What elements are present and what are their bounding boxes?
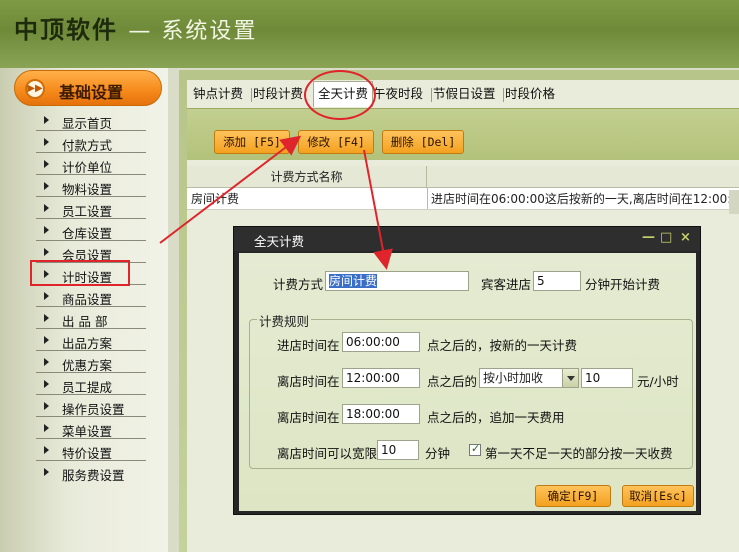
billing-method-value: 房间计费 [329, 274, 378, 288]
sidebar-item-discount[interactable]: 优惠方案 [36, 353, 146, 373]
surcharge-mode-select[interactable]: 按小时加收 [479, 368, 579, 388]
grace-unit: 分钟 [425, 446, 451, 461]
delete-button[interactable]: 删除 [Del] [382, 130, 464, 154]
confirm-button[interactable]: 确定[F9] [535, 485, 611, 507]
sidebar-item-commission[interactable]: 员工提成 [36, 375, 146, 395]
arrow-right-icon [44, 380, 49, 388]
first-day-label: 第一天不足一天的部分按一天收费 [485, 446, 673, 461]
sidebar-item-warehouse[interactable]: 仓库设置 [36, 221, 146, 241]
grid-header: 计费方式名称 [187, 166, 739, 188]
sidebar-item-home[interactable]: 显示首页 [36, 111, 146, 131]
app-title: 中顶软件 — 系统设置 [14, 10, 257, 45]
rule2-mid: 点之后的 [427, 374, 478, 389]
billing-rules-legend: 计费规则 [257, 311, 312, 330]
grace-label: 离店时间可以宽限 [277, 446, 378, 461]
billing-method-input[interactable]: 房间计费 [325, 271, 469, 291]
tab-period-price[interactable]: 时段价格 [505, 82, 555, 106]
toolbar: 添加 [F5] 修改 [F4] 删除 [Del] [187, 108, 739, 160]
chevron-down-icon[interactable] [562, 369, 578, 387]
guest-minutes-input[interactable]: 5 [533, 271, 581, 291]
sidebar-item-staff[interactable]: 员工设置 [36, 199, 146, 219]
title-separator: — [128, 19, 153, 44]
guest-arrival-label: 宾客进店 [481, 277, 532, 292]
sidebar-item-payment[interactable]: 付款方式 [36, 133, 146, 153]
sidebar-heading-basic-settings[interactable]: ▶▶ 基础设置 [14, 70, 162, 106]
rate-unit: 元/小时 [637, 374, 679, 389]
arrow-right-icon [44, 336, 49, 344]
arrow-right-icon [44, 468, 49, 476]
full-day-billing-dialog: 全天计费 — □ × 计费方式 房间计费 宾客进店 5 分钟开始计费 计费规则 … [233, 226, 701, 515]
sidebar-item-special-price[interactable]: 特价设置 [36, 441, 146, 461]
sidebar: ▶▶ 基础设置 显示首页 付款方式 计价单位 物料设置 员工设置 仓库设置 会员… [0, 68, 168, 552]
rule1-suffix: 点之后的，按新的一天计费 [427, 338, 578, 353]
billing-method-label: 计费方式 [273, 277, 324, 292]
brand-name: 中顶软件 [14, 16, 118, 44]
surcharge-mode-value: 按小时加收 [483, 371, 544, 385]
arrow-right-icon [44, 314, 49, 322]
tab-holiday-settings[interactable]: 节假日设置 [433, 82, 496, 106]
minimize-icon[interactable]: — [642, 230, 655, 245]
arrow-right-icon [44, 292, 49, 300]
rule1-label: 进店时间在 [277, 338, 340, 353]
sidebar-item-menu[interactable]: 菜单设置 [36, 419, 146, 439]
add-button[interactable]: 添加 [F5] [214, 130, 290, 154]
first-day-checkbox[interactable] [469, 442, 481, 456]
arrow-right-icon [44, 160, 49, 168]
sidebar-item-label: 服务费设置 [62, 468, 125, 483]
section-name: 系统设置 [161, 19, 258, 44]
dialog-body: 计费方式 房间计费 宾客进店 5 分钟开始计费 计费规则 进店时间在 06:00… [239, 253, 696, 511]
sidebar-item-unit[interactable]: 计价单位 [36, 155, 146, 175]
rule3-suffix: 点之后的，追加一天费用 [427, 410, 565, 425]
app-header: 中顶软件 — 系统设置 [0, 0, 739, 68]
cell-desc: 进店时间在06:00:00这后按新的一天,离店时间在12:00:00 [431, 192, 739, 206]
arrow-right-icon [44, 358, 49, 366]
extra-day-time-input[interactable]: 18:00:00 [342, 404, 420, 424]
table-row[interactable]: 房间计费 进店时间在06:00:00这后按新的一天,离店时间在12:00:00 [187, 188, 739, 210]
arrow-right-icon [44, 424, 49, 432]
sidebar-item-output-plan[interactable]: 出品方案 [36, 331, 146, 351]
arrow-right-icon [44, 226, 49, 234]
arrow-right-icon [44, 182, 49, 190]
arrow-right-icon [44, 138, 49, 146]
annotation-ellipse [304, 70, 376, 120]
annotation-highlight-box [30, 260, 130, 286]
maximize-icon[interactable]: □ [660, 230, 672, 245]
scrollbar-right[interactable] [729, 190, 739, 214]
arrow-right-icon [44, 402, 49, 410]
arrow-right-icon [44, 116, 49, 124]
arrival-time-input[interactable]: 06:00:00 [342, 332, 420, 352]
guest-minutes-suffix: 分钟开始计费 [585, 277, 661, 292]
play-icon: ▶▶ [25, 79, 45, 99]
sidebar-item-operator[interactable]: 操作员设置 [36, 397, 146, 417]
tab-period-billing[interactable]: 时段计费 [253, 82, 303, 106]
cancel-button[interactable]: 取消[Esc] [622, 485, 694, 507]
column-header-name[interactable]: 计费方式名称 [187, 166, 427, 188]
dialog-titlebar: 全天计费 — □ × [234, 227, 700, 251]
cell-name: 房间计费 [191, 192, 240, 206]
close-icon[interactable]: × [680, 230, 691, 245]
grace-minutes-input[interactable]: 10 [377, 440, 419, 460]
sidebar-item-dept[interactable]: 出 品 部 [36, 309, 146, 329]
rule2-label: 离店时间在 [277, 374, 340, 389]
arrow-right-icon [44, 446, 49, 454]
edit-button[interactable]: 修改 [F4] [298, 130, 374, 154]
rule3-label: 离店时间在 [277, 410, 340, 425]
sidebar-item-product[interactable]: 商品设置 [36, 287, 146, 307]
tab-hourly-billing[interactable]: 钟点计费 [193, 82, 243, 106]
departure-time-input[interactable]: 12:00:00 [342, 368, 420, 388]
arrow-right-icon [44, 204, 49, 212]
sidebar-heading-label: 基础设置 [59, 83, 124, 102]
dialog-title: 全天计费 [254, 234, 305, 249]
sidebar-item-service-fee[interactable]: 服务费设置 [36, 463, 146, 483]
arrow-right-icon [44, 248, 49, 256]
tab-midnight-period[interactable]: 午夜时段 [373, 82, 423, 106]
sidebar-item-material[interactable]: 物料设置 [36, 177, 146, 197]
hourly-rate-input[interactable]: 10 [581, 368, 633, 388]
